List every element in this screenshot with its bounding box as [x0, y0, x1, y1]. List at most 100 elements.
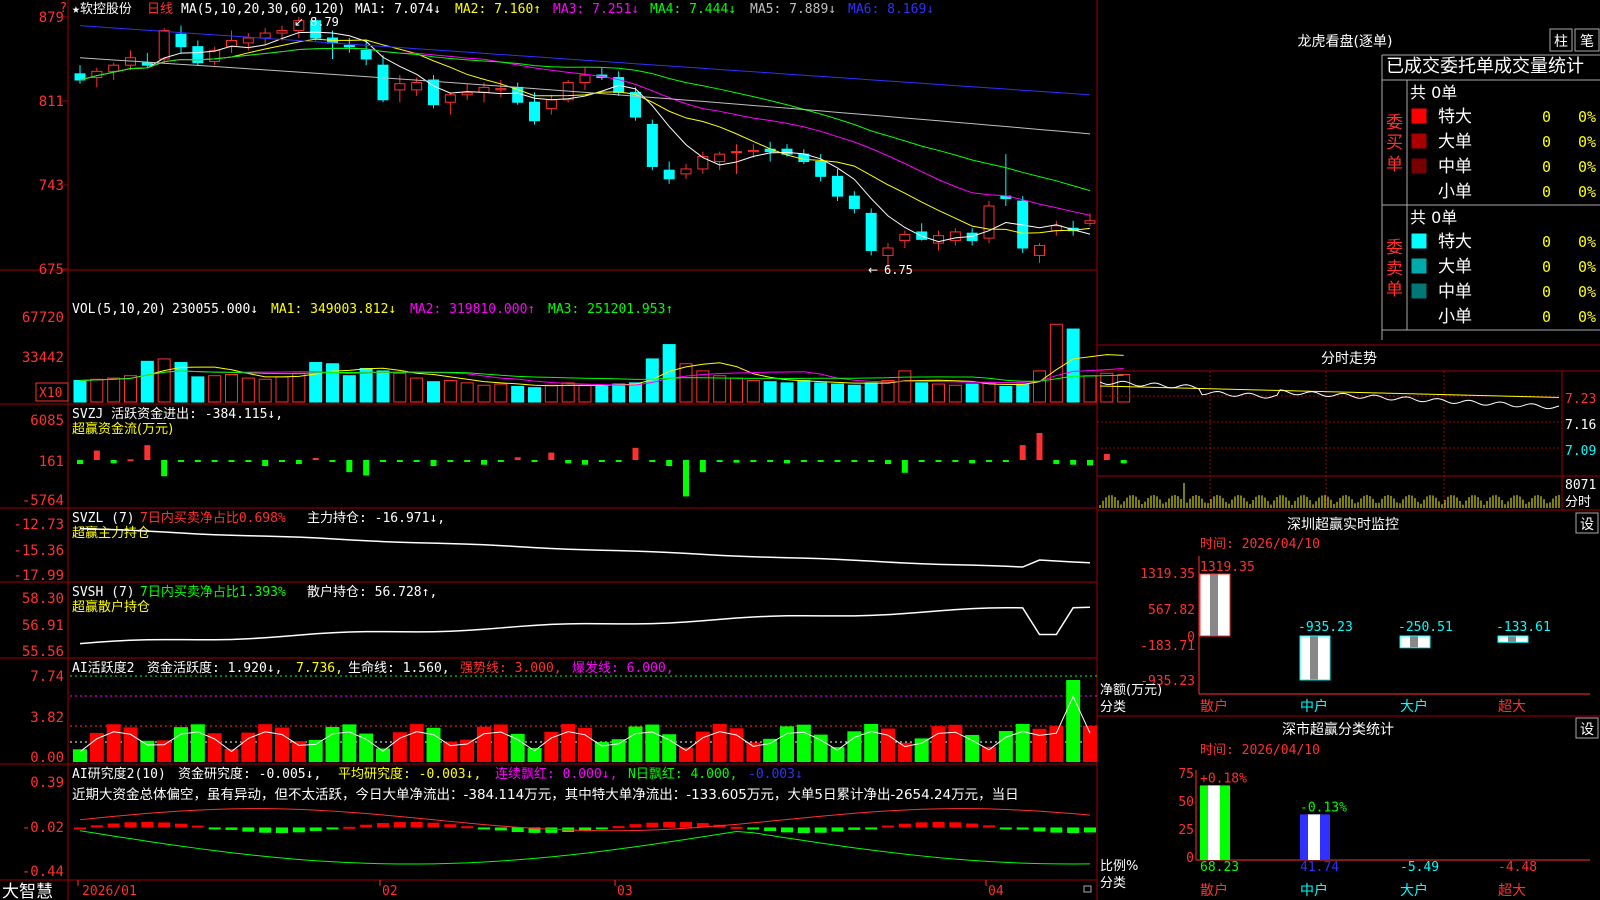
classify-time: 时间: 2026/04/10 [1200, 743, 1320, 758]
ai-active-bar [881, 728, 895, 762]
svzj-bar [228, 459, 235, 462]
monitor-bar-shade [1310, 636, 1318, 680]
candle [697, 156, 709, 170]
svzj-bar-series [77, 432, 1127, 497]
ai-active-tick-mid: 3.82 [30, 710, 64, 726]
candle [545, 99, 557, 109]
classify-cat-large: 大户 [1400, 882, 1428, 899]
vol-bar [780, 382, 794, 403]
vol-bar [713, 375, 727, 403]
volume-header: VOL(5,10,20) 230055.000↓ MA1: 349003.812… [72, 302, 673, 317]
candle [815, 161, 827, 177]
dt-row-pct: 0% [1578, 308, 1596, 326]
vol-bar [309, 362, 323, 403]
ai-research-bar [1084, 827, 1096, 833]
ai-active-bar [174, 727, 188, 762]
candle [259, 32, 271, 39]
ai-research-bar [764, 827, 777, 831]
classify-settings-label: 设 [1580, 722, 1594, 738]
panel-menu-icon[interactable]: ? [60, 1, 67, 16]
price-header: ★软控股份 日线 MA(5,10,20,30,60,120) MA1: 7.07… [72, 2, 934, 17]
price-y-ticks: 879 811 743 675 [39, 10, 64, 278]
svzj-bar [565, 459, 572, 464]
ai-active-panel[interactable]: AI活跃度2 资金活跃度: 1.920↓, 7.736, 生命线: 1.560,… [30, 660, 1097, 766]
ai-active-bar [157, 740, 172, 762]
dt-row-name: 特大 [1438, 232, 1472, 252]
ai-research-y-ticks: 0.39 -0.02 -0.44 [22, 775, 64, 880]
monitor-cat-xlarge: 超大 [1498, 699, 1526, 715]
monitor-panel[interactable]: 深圳超赢实时监控 设 时间: 2026/04/10 1319.35 567.82… [1100, 512, 1599, 715]
intraday-panel[interactable]: 分时走势 7.23 7.16 7.09 8071 分时 [1097, 351, 1600, 510]
price-panel[interactable]: ★软控股份 日线 MA(5,10,20,30,60,120) MA1: 7.07… [39, 1, 1096, 278]
candle [209, 49, 221, 62]
lock-icon[interactable] [1083, 885, 1092, 893]
ai-research-bar [949, 822, 962, 828]
ai-research-bar [74, 827, 86, 830]
candle [411, 81, 423, 91]
candle [747, 149, 759, 153]
vol-bar [528, 387, 541, 403]
ai-research-bar [494, 827, 507, 831]
vol-bar [746, 379, 760, 403]
dt-color-swatch [1411, 233, 1427, 249]
ai-research-header: AI研究度2(10) 资金研究度: -0.005↓, 平均研究度: -0.003… [72, 766, 803, 782]
vol-bar [140, 360, 154, 403]
ai-active-bar [224, 748, 239, 762]
dt-color-swatch [1411, 308, 1427, 324]
svzj-bar [548, 452, 555, 460]
classify-panel[interactable]: 深市超赢分类统计 设 时间: 2026/04/10 75 50 25 0 比例%… [1100, 717, 1599, 899]
dragon-tiger-panel[interactable]: 龙虎看盘(逐单) 柱 笔 已成交委托单成交量统计 委买单 共 0单 特大 0 0%大… [1298, 28, 1600, 340]
ai-active-bar [275, 727, 289, 762]
ai-active-y-ticks: 7.74 3.82 0.00 [30, 669, 64, 766]
candle [646, 123, 658, 167]
monitor-tick-0: 1319.35 [1140, 567, 1195, 582]
ai-active-bar [864, 723, 879, 762]
candle [478, 86, 490, 93]
svzl-hold: 主力持仓: -16.971↓, [307, 511, 445, 526]
svzj-bar [194, 459, 201, 462]
ai-active-bar [460, 739, 475, 762]
svg-text:买: 买 [1386, 133, 1403, 153]
monitor-y-ticks: 1319.35 567.82 0 -183.71 -935.23 [1140, 567, 1195, 689]
classify-title: 深市超赢分类统计 [1282, 721, 1394, 738]
vol-bar [797, 379, 811, 403]
ai-research-bar [326, 827, 339, 830]
candle [495, 88, 507, 91]
ai-active-bar [729, 728, 744, 762]
svzj-bar [834, 459, 841, 462]
monitor-bar-label: -133.61 [1496, 620, 1551, 635]
ai-active-bar [1083, 725, 1097, 762]
candle [529, 101, 540, 122]
ai-research-bar [983, 825, 995, 828]
monitor-title: 深圳超赢实时监控 [1287, 516, 1399, 533]
low-arrow-icon: ← [868, 263, 878, 277]
ai-active-bar [763, 738, 778, 762]
svsh-panel[interactable]: SVSH (7) 7日内买卖净占比1.393% 散户持仓: 56.728↑, 超… [22, 584, 1091, 660]
dt-row-count: 0 [1542, 133, 1551, 151]
ai-commentary: 近期大资金总体偏空，虽有异动，但不太活跃，今日大单净流出：-384.114万元，… [72, 787, 1019, 803]
ai-active-bar [89, 732, 104, 762]
ai-research-red: 连续飘红: 0.000↓, [495, 766, 617, 782]
ai-active-bar [1032, 728, 1047, 762]
ai-active-bar [325, 726, 340, 762]
ai-research-panel[interactable]: AI研究度2(10) 资金研究度: -0.005↓, 平均研究度: -0.003… [22, 766, 1096, 880]
vol-bar [73, 379, 87, 403]
ai-active-bar [1066, 680, 1081, 762]
svzl-panel[interactable]: SVZL (7) 7日内买卖净占比0.698% 主力持仓: -16.971↓, … [13, 510, 1091, 584]
ai-active-fund: 资金活跃度: 1.920↓, [147, 660, 282, 676]
svzj-panel[interactable]: SVZJ 活跃资金进出: -384.115↓, 超赢资金流(万元) 6085 1… [22, 406, 1127, 509]
vol-bar [494, 383, 508, 403]
dt-bar-label: 柱 [1554, 34, 1568, 50]
ai-research-bar [259, 827, 272, 833]
vol-bar [595, 385, 609, 403]
ai-active-bar [207, 733, 222, 762]
ai-active-bar [780, 726, 794, 762]
period-label[interactable]: 日线 [147, 2, 173, 17]
dt-row-pct: 0% [1578, 108, 1596, 126]
svzj-bar [1103, 453, 1110, 460]
dt-row-count: 0 [1542, 308, 1551, 326]
volume-panel[interactable]: VOL(5,10,20) 230055.000↓ MA1: 349003.812… [22, 302, 1131, 403]
vol-bar [763, 381, 777, 403]
high-arrow-icon: ↙ [294, 15, 304, 29]
classify-bar-series: +0.18% -0.13% [1200, 771, 1347, 860]
